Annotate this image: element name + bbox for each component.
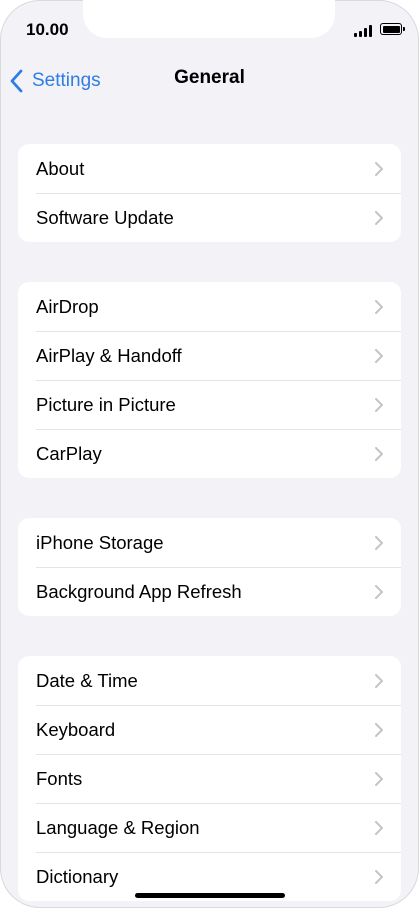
row-label: CarPlay (36, 442, 102, 464)
row-carplay[interactable]: CarPlay (18, 429, 401, 478)
chevron-right-icon (375, 447, 383, 461)
row-label: Background App Refresh (36, 580, 242, 602)
row-iphone-storage[interactable]: iPhone Storage (18, 518, 401, 567)
chevron-right-icon (375, 821, 383, 835)
row-label: Language & Region (36, 816, 200, 838)
chevron-right-icon (375, 349, 383, 363)
chevron-right-icon (375, 300, 383, 314)
cellular-signal-icon (354, 24, 374, 37)
chevron-right-icon (375, 723, 383, 737)
chevron-right-icon (375, 772, 383, 786)
row-about[interactable]: About (18, 144, 401, 193)
chevron-right-icon (375, 674, 383, 688)
row-label: Keyboard (36, 718, 116, 740)
chevron-right-icon (375, 162, 383, 176)
home-indicator[interactable] (135, 893, 285, 898)
row-label: iPhone Storage (36, 531, 164, 553)
row-airdrop[interactable]: AirDrop (18, 282, 401, 331)
battery-icon (380, 23, 405, 35)
row-label: AirPlay & Handoff (36, 344, 182, 366)
settings-group-3: iPhone Storage Background App Refresh (18, 518, 401, 616)
row-language-region[interactable]: Language & Region (18, 803, 401, 852)
row-fonts[interactable]: Fonts (18, 754, 401, 803)
status-time: 10.00 (26, 20, 69, 39)
chevron-right-icon (375, 585, 383, 599)
chevron-right-icon (375, 211, 383, 225)
settings-group-4: Date & Time Keyboard Fonts Language & Re… (18, 656, 401, 901)
row-label: Software Update (36, 206, 174, 228)
row-airplay-handoff[interactable]: AirPlay & Handoff (18, 331, 401, 380)
row-date-time[interactable]: Date & Time (18, 656, 401, 705)
notch (83, 0, 335, 38)
chevron-right-icon (375, 536, 383, 550)
row-label: Dictionary (36, 865, 119, 887)
settings-group-1: About Software Update (18, 144, 401, 242)
row-label: Fonts (36, 767, 83, 789)
settings-group-2: AirDrop AirPlay & Handoff Picture in Pic… (18, 282, 401, 478)
row-label: AirDrop (36, 295, 99, 317)
row-keyboard[interactable]: Keyboard (18, 705, 401, 754)
row-picture-in-picture[interactable]: Picture in Picture (18, 380, 401, 429)
chevron-right-icon (375, 398, 383, 412)
phone-screen: 10.00 Settings General About Software Up… (0, 0, 419, 908)
row-background-app-refresh[interactable]: Background App Refresh (18, 567, 401, 616)
row-label: Date & Time (36, 669, 138, 691)
page-title: General (174, 67, 245, 88)
row-label: About (36, 157, 85, 179)
row-label: Picture in Picture (36, 393, 176, 415)
chevron-right-icon (375, 870, 383, 884)
row-software-update[interactable]: Software Update (18, 193, 401, 242)
